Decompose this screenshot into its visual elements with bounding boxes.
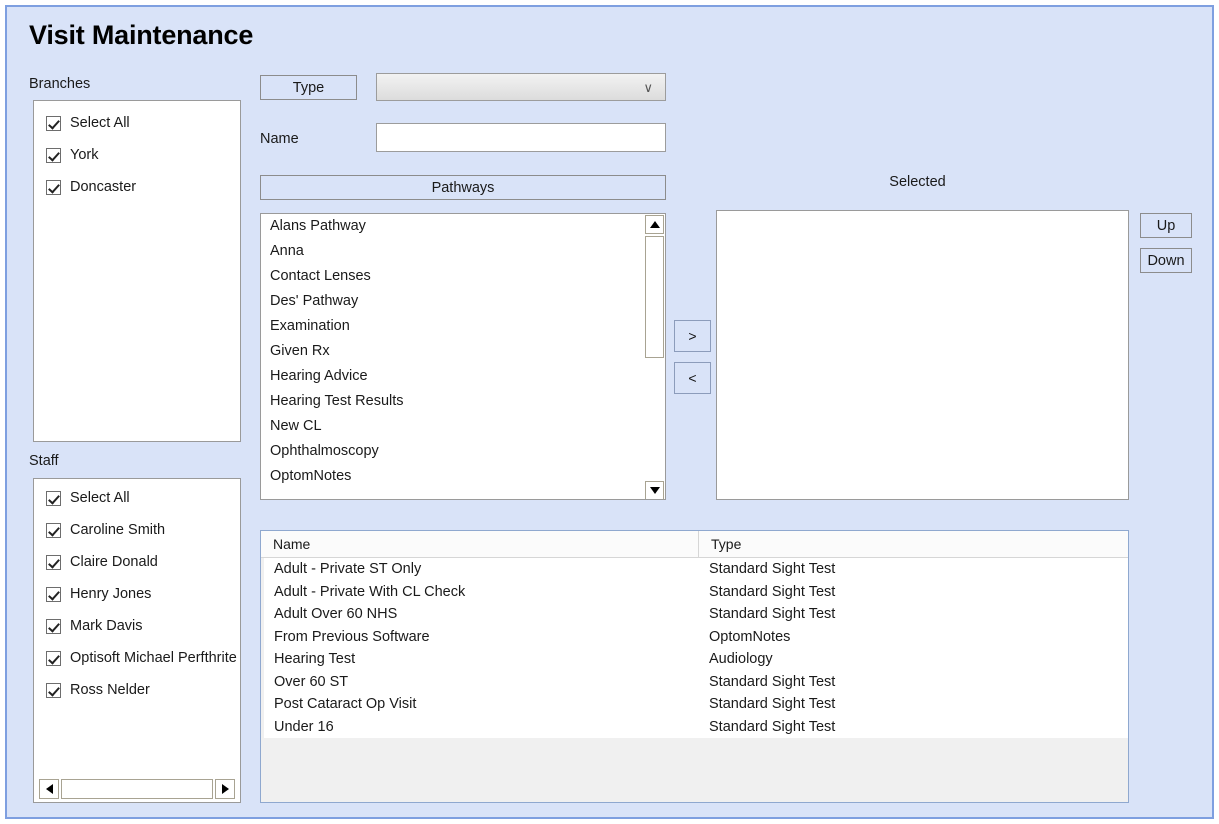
staff-item[interactable]: Select All: [46, 490, 240, 506]
scroll-down-icon[interactable]: [645, 481, 664, 499]
table-body[interactable]: Adult - Private ST Only Standard Sight Te…: [261, 558, 1128, 738]
staff-item[interactable]: Ross Nelder: [46, 682, 240, 698]
branch-label: Doncaster: [70, 179, 137, 195]
cell-type: Standard Sight Test: [709, 718, 836, 735]
staff-checkbox-list[interactable]: Select All Caroline Smith Claire Donald Hen…: [33, 478, 241, 803]
cell-type: Standard Sight Test: [709, 583, 836, 600]
cell-type: Standard Sight Test: [709, 696, 836, 713]
pathways-header[interactable]: Pathways: [260, 175, 666, 200]
staff-item[interactable]: Henry Jones: [46, 586, 240, 602]
table-header-row: Name Type: [261, 531, 1128, 558]
chevron-down-icon: ∨: [643, 79, 653, 95]
checkbox-checked-icon[interactable]: [46, 586, 61, 602]
type-button[interactable]: Type: [260, 75, 357, 100]
pathway-list-item[interactable]: Examination: [261, 314, 665, 339]
cell-name: Adult - Private With CL Check: [274, 583, 466, 600]
staff-item[interactable]: Claire Donald: [46, 554, 240, 570]
branch-item[interactable]: York: [46, 147, 240, 163]
cell-type: Standard Sight Test: [709, 606, 836, 623]
column-header-type[interactable]: Type: [699, 531, 1128, 557]
pathway-list-item[interactable]: Contact Lenses: [261, 264, 665, 289]
move-up-button[interactable]: Up: [1140, 213, 1192, 238]
branch-item[interactable]: Doncaster: [46, 179, 240, 195]
cell-type: Audiology: [709, 651, 773, 668]
staff-label: Henry Jones: [70, 586, 152, 602]
staff-item[interactable]: Optisoft Michael Perfthrite: [46, 650, 240, 666]
pathway-list-item[interactable]: Anna: [261, 239, 665, 264]
table-row[interactable]: Post Cataract Op Visit Standard Sight Tes…: [261, 693, 1128, 716]
cell-name: Adult Over 60 NHS: [274, 606, 398, 623]
pathways-list[interactable]: Alans Pathway Anna Contact Lenses Des' Path…: [260, 213, 666, 500]
cell-name: Adult - Private ST Only: [274, 561, 422, 578]
branches-checkbox-list[interactable]: Select All York Doncaster: [33, 100, 241, 442]
checkbox-checked-icon[interactable]: [46, 522, 61, 538]
cell-type: Standard Sight Test: [709, 561, 836, 578]
cell-name: Over 60 ST: [274, 673, 349, 690]
checkbox-checked-icon[interactable]: [46, 682, 61, 698]
checkbox-checked-icon[interactable]: [46, 554, 61, 570]
branches-caption: Branches: [29, 75, 91, 92]
staff-item[interactable]: Caroline Smith: [46, 522, 240, 538]
staff-label: Caroline Smith: [70, 522, 166, 538]
visit-maintenance-window: Visit Maintenance Branches Select All Yor…: [5, 5, 1214, 819]
name-label: Name: [260, 131, 299, 147]
scroll-up-icon[interactable]: [645, 215, 664, 234]
checkbox-checked-icon[interactable]: [46, 179, 61, 195]
selected-list[interactable]: [716, 210, 1129, 500]
staff-horizontal-scrollbar[interactable]: [39, 779, 235, 799]
cell-type: OptomNotes: [709, 628, 791, 645]
staff-caption: Staff: [29, 453, 59, 469]
scroll-trough[interactable]: [61, 779, 213, 799]
type-select[interactable]: ∨: [376, 73, 666, 101]
pathway-list-item[interactable]: Ophthalmoscopy: [261, 439, 665, 464]
column-header-name[interactable]: Name: [261, 531, 699, 557]
pathway-list-item[interactable]: Given Rx: [261, 339, 665, 364]
add-to-selected-button[interactable]: >: [674, 320, 711, 352]
cell-type: Standard Sight Test: [709, 673, 836, 690]
table-row[interactable]: Over 60 ST Standard Sight Test: [261, 670, 1128, 693]
pathway-list-item[interactable]: Des' Pathway: [261, 289, 665, 314]
scroll-thumb[interactable]: [645, 236, 664, 358]
remove-from-selected-button[interactable]: <: [674, 362, 711, 394]
cell-name: Hearing Test: [274, 651, 356, 668]
staff-item[interactable]: Mark Davis: [46, 618, 240, 634]
table-row[interactable]: Under 16 Standard Sight Test: [261, 715, 1128, 738]
cell-name: Post Cataract Op Visit: [274, 696, 417, 713]
cell-name: Under 16: [274, 718, 334, 735]
staff-label: Claire Donald: [70, 554, 158, 570]
branch-item[interactable]: Select All: [46, 115, 240, 131]
table-row[interactable]: Hearing Test Audiology: [261, 648, 1128, 671]
table-row[interactable]: From Previous Software OptomNotes: [261, 625, 1128, 648]
visits-table[interactable]: Name Type Adult - Private ST Only Standar…: [260, 530, 1129, 803]
staff-label: Optisoft Michael Perfthrite: [70, 650, 237, 666]
pathway-list-item[interactable]: New CL: [261, 414, 665, 439]
checkbox-checked-icon[interactable]: [46, 147, 61, 163]
scroll-right-icon[interactable]: [215, 779, 235, 799]
checkbox-checked-icon[interactable]: [46, 650, 61, 666]
pathway-list-item[interactable]: Hearing Test Results: [261, 389, 665, 414]
pathways-items[interactable]: Alans Pathway Anna Contact Lenses Des' Path…: [261, 214, 665, 489]
staff-label: Ross Nelder: [70, 682, 150, 698]
pathway-list-item[interactable]: Alans Pathway: [261, 214, 665, 239]
table-row[interactable]: Adult - Private ST Only Standard Sight Te…: [261, 558, 1128, 581]
selected-caption: Selected: [889, 174, 946, 190]
cell-name: From Previous Software: [274, 628, 430, 645]
pathway-list-item[interactable]: OptomNotes: [261, 464, 665, 489]
checkbox-checked-icon[interactable]: [46, 618, 61, 634]
pathways-vertical-scrollbar[interactable]: [645, 215, 664, 499]
pathway-list-item[interactable]: Hearing Advice: [261, 364, 665, 389]
name-input[interactable]: [376, 123, 666, 152]
staff-label: Select All: [70, 490, 130, 506]
page-title: Visit Maintenance: [29, 20, 254, 50]
checkbox-checked-icon[interactable]: [46, 490, 61, 506]
staff-label: Mark Davis: [70, 618, 143, 634]
move-down-button[interactable]: Down: [1140, 248, 1192, 273]
scroll-left-icon[interactable]: [39, 779, 59, 799]
table-row[interactable]: Adult Over 60 NHS Standard Sight Test: [261, 603, 1128, 626]
table-row[interactable]: Adult - Private With CL Check Standard Si…: [261, 580, 1128, 603]
branch-label: Select All: [70, 115, 130, 131]
checkbox-checked-icon[interactable]: [46, 115, 61, 131]
branch-label: York: [70, 147, 99, 163]
